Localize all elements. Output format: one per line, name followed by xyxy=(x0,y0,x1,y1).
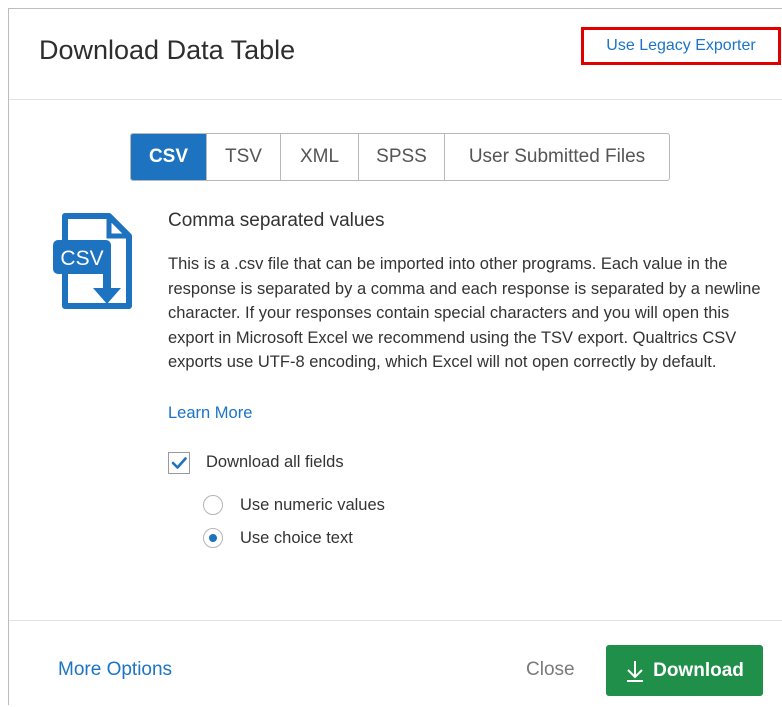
download-all-fields-label: Download all fields xyxy=(206,453,344,471)
download-button-label: Download xyxy=(653,659,744,681)
format-tabs: CSV TSV XML SPSS User Submitted Files xyxy=(130,133,670,181)
format-description: This is a .csv file that can be imported… xyxy=(168,255,761,372)
use-numeric-values-radio[interactable] xyxy=(203,495,223,515)
tab-csv[interactable]: CSV xyxy=(131,134,207,180)
use-legacy-exporter-link[interactable]: Use Legacy Exporter xyxy=(581,27,781,65)
download-all-fields-checkbox[interactable] xyxy=(168,452,190,474)
download-arrow-icon xyxy=(627,660,644,682)
download-data-table-dialog: Download Data Table Use Legacy Exporter … xyxy=(8,8,782,705)
use-numeric-values-label: Use numeric values xyxy=(240,496,385,514)
download-button[interactable]: Download xyxy=(606,645,763,696)
learn-more-link[interactable]: Learn More xyxy=(168,404,252,423)
use-choice-text-radio[interactable] xyxy=(203,528,223,548)
tab-xml[interactable]: XML xyxy=(281,134,359,180)
dialog-footer: More Options Close Download xyxy=(9,620,782,707)
tab-user-submitted-files[interactable]: User Submitted Files xyxy=(445,134,669,180)
tab-tsv[interactable]: TSV xyxy=(207,134,281,180)
use-choice-text-label: Use choice text xyxy=(240,529,353,547)
svg-text:CSV: CSV xyxy=(60,247,103,270)
format-title: Comma separated values xyxy=(168,210,385,231)
dialog-header: Download Data Table Use Legacy Exporter xyxy=(9,9,782,100)
dialog-title: Download Data Table xyxy=(39,35,296,65)
more-options-link[interactable]: More Options xyxy=(58,659,172,681)
checkmark-icon xyxy=(171,457,187,469)
tab-spss[interactable]: SPSS xyxy=(359,134,445,180)
csv-file-download-icon: CSV xyxy=(53,213,132,309)
close-button[interactable]: Close xyxy=(526,659,575,681)
